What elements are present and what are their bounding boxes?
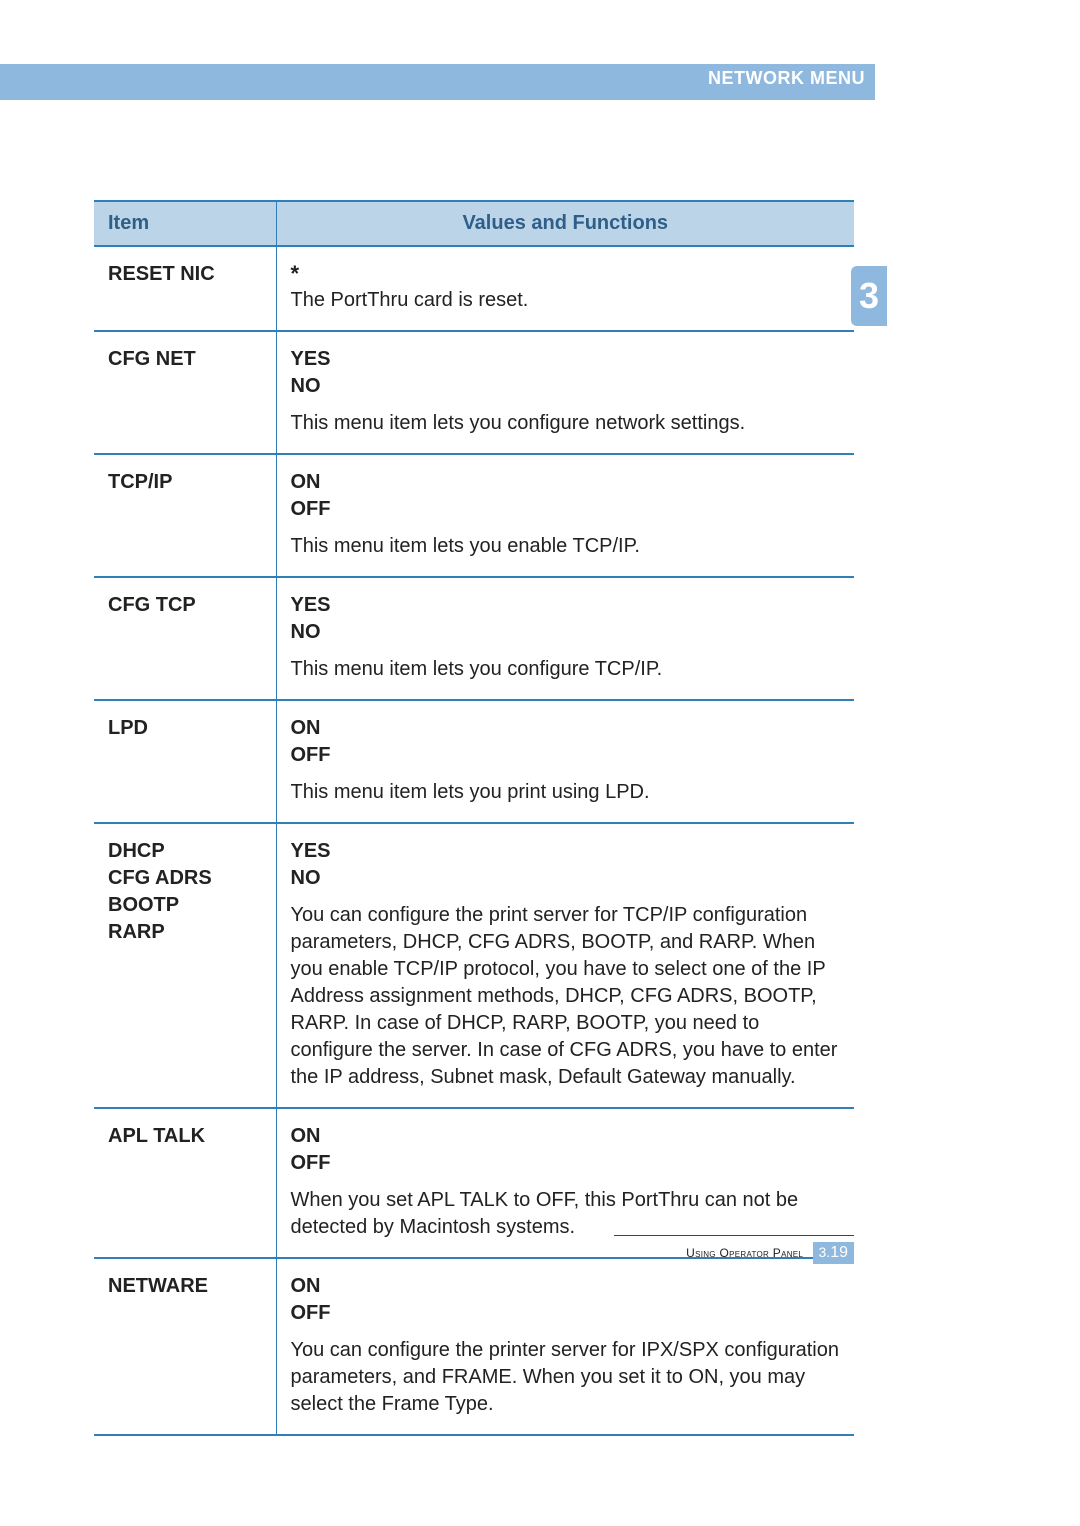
page-chapter: 3. bbox=[819, 1244, 831, 1260]
description-text: This menu item lets you configure networ… bbox=[291, 410, 841, 437]
description-text: This menu item lets you configure TCP/IP… bbox=[291, 656, 841, 683]
values-text: YES NO bbox=[291, 838, 841, 892]
description-text: You can configure the print server for T… bbox=[291, 902, 841, 1091]
page-footer: Using Operator Panel 3.19 bbox=[94, 1235, 854, 1264]
table-row: RESET NIC * The PortThru card is reset. bbox=[94, 246, 854, 331]
values-text: YES NO bbox=[291, 346, 841, 400]
values-cell: YES NO This menu item lets you configure… bbox=[276, 331, 854, 454]
values-text: ON OFF bbox=[291, 1273, 841, 1327]
item-cell: TCP/IP bbox=[94, 454, 276, 577]
values-text: ON OFF bbox=[291, 1123, 841, 1177]
item-cell: NETWARE bbox=[94, 1258, 276, 1435]
page: NETWORK MENU 3 Item Values and Functions… bbox=[0, 0, 1080, 1526]
description-text: This menu item lets you enable TCP/IP. bbox=[291, 533, 841, 560]
item-cell: CFG NET bbox=[94, 331, 276, 454]
description-text: When you set APL TALK to OFF, this PortT… bbox=[291, 1187, 841, 1241]
table-row: LPD ON OFF This menu item lets you print… bbox=[94, 700, 854, 823]
description-text: You can configure the printer server for… bbox=[291, 1337, 841, 1418]
values-text: * bbox=[291, 261, 841, 287]
values-text: YES NO bbox=[291, 592, 841, 646]
values-text: ON OFF bbox=[291, 469, 841, 523]
chapter-tab: 3 bbox=[851, 266, 887, 326]
values-cell: ON OFF This menu item lets you enable TC… bbox=[276, 454, 854, 577]
values-cell: * The PortThru card is reset. bbox=[276, 246, 854, 331]
table-row: CFG NET YES NO This menu item lets you c… bbox=[94, 331, 854, 454]
page-number-badge: 3.19 bbox=[813, 1242, 854, 1264]
item-cell: DHCP CFG ADRS BOOTP RARP bbox=[94, 823, 276, 1108]
page-number: 19 bbox=[830, 1244, 848, 1261]
item-cell: LPD bbox=[94, 700, 276, 823]
col-header-values: Values and Functions bbox=[276, 201, 854, 246]
values-cell: YES NO You can configure the print serve… bbox=[276, 823, 854, 1108]
description-text: This menu item lets you print using LPD. bbox=[291, 779, 841, 806]
item-cell: CFG TCP bbox=[94, 577, 276, 700]
table-row: NETWARE ON OFF You can configure the pri… bbox=[94, 1258, 854, 1435]
footer-rule bbox=[614, 1235, 854, 1236]
col-header-item: Item bbox=[94, 201, 276, 246]
description-text: The PortThru card is reset. bbox=[291, 287, 841, 314]
section-title: NETWORK MENU bbox=[0, 68, 865, 89]
values-cell: ON OFF You can configure the printer ser… bbox=[276, 1258, 854, 1435]
table-row: TCP/IP ON OFF This menu item lets you en… bbox=[94, 454, 854, 577]
footer-text: Using Operator Panel bbox=[686, 1246, 803, 1260]
values-cell: YES NO This menu item lets you configure… bbox=[276, 577, 854, 700]
table-row: CFG TCP YES NO This menu item lets you c… bbox=[94, 577, 854, 700]
values-cell: ON OFF This menu item lets you print usi… bbox=[276, 700, 854, 823]
table-header-row: Item Values and Functions bbox=[94, 201, 854, 246]
table-row: DHCP CFG ADRS BOOTP RARP YES NO You can … bbox=[94, 823, 854, 1108]
values-text: ON OFF bbox=[291, 715, 841, 769]
item-cell: RESET NIC bbox=[94, 246, 276, 331]
